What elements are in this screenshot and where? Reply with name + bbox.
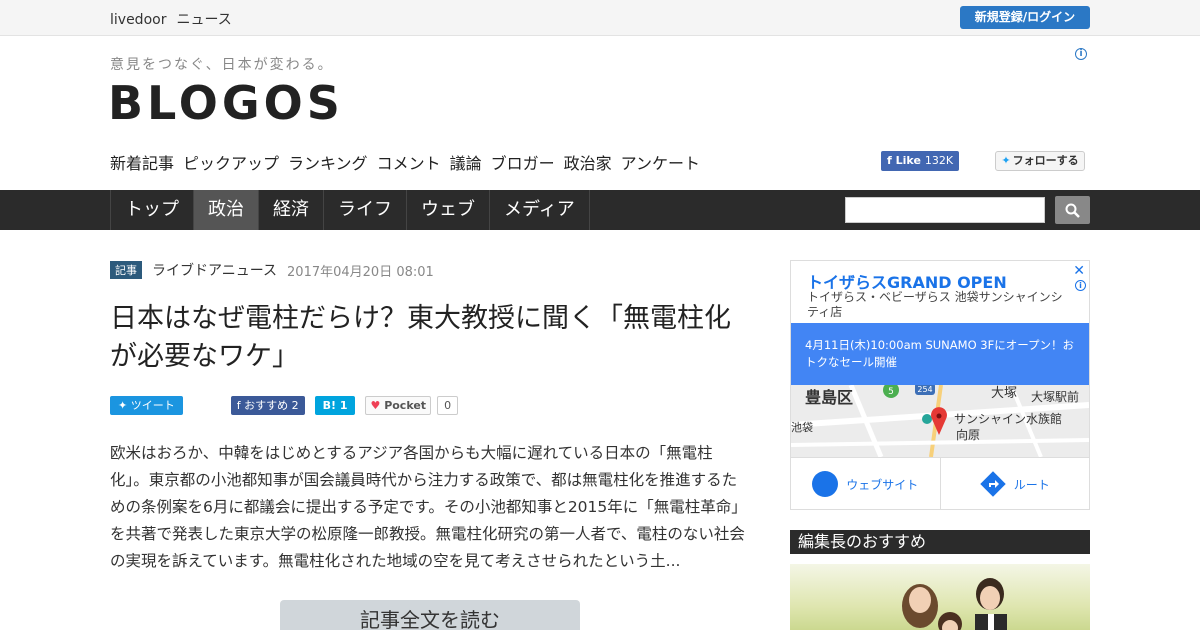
ad-website-button[interactable]: ウェブサイト bbox=[791, 458, 941, 510]
map-label-ikebukuro: 池袋 bbox=[791, 420, 813, 434]
subnav-survey[interactable]: アンケート bbox=[621, 150, 700, 174]
nav-media[interactable]: メディア bbox=[490, 190, 590, 230]
fb-like-count: 132K bbox=[924, 154, 954, 167]
facebook-icon: f bbox=[887, 154, 892, 167]
pocket-icon: ♥ bbox=[370, 399, 385, 412]
map-label-aquarium: サンシャイン水族館 bbox=[954, 411, 1062, 426]
advertisement[interactable]: トイザらスGRAND OPEN トイザらス・ベビーザらス 池袋サンシャインシティ… bbox=[790, 260, 1090, 510]
ad-actions: ウェブサイト ルート bbox=[791, 457, 1089, 510]
livedoor-label: livedoor bbox=[110, 12, 167, 28]
read-full-article-button[interactable]: 記事全文を読む bbox=[280, 600, 580, 630]
nav-top[interactable]: トップ bbox=[110, 190, 194, 230]
ad-banner-text[interactable]: 4月11日(木)10:00am SUNAMO 3Fにオープン！おトクなセール開催 bbox=[791, 323, 1089, 385]
subnav-ranking[interactable]: ランキング bbox=[288, 150, 368, 174]
tw-follow-label: フォローする bbox=[1012, 154, 1079, 167]
livedoor-news-logo[interactable]: livedoor ニュース bbox=[110, 9, 242, 29]
subnav-blogger[interactable]: ブロガー bbox=[491, 150, 555, 174]
article-date: 2017年04月20日 08:01 bbox=[287, 264, 434, 280]
tweet-button[interactable]: ✦ ツイート bbox=[110, 396, 183, 415]
directions-icon bbox=[980, 471, 1006, 497]
pocket-label: Pocket bbox=[384, 399, 427, 412]
article-excerpt: 欧米はおろか、中韓をはじめとするアジア各国からも大幅に遅れている日本の「無電柱化… bbox=[110, 444, 747, 570]
nav-life[interactable]: ライフ bbox=[324, 190, 407, 230]
close-icon[interactable]: ✕ bbox=[1073, 263, 1085, 279]
facebook-icon: f bbox=[236, 399, 245, 412]
subnav-pickup[interactable]: ピックアップ bbox=[183, 150, 279, 174]
ad-map[interactable]: 5 254 豊島区 大塚 大塚駅前 サンシャイン水族館 向原 池袋 bbox=[791, 385, 1089, 457]
twitter-bird-icon: ✦ bbox=[118, 399, 131, 412]
hatena-bookmark-button[interactable]: B! 1 bbox=[314, 396, 356, 415]
sub-navigation: 新着記事 ピックアップ ランキング コメント 議論 ブロガー 政治家 アンケート bbox=[110, 150, 700, 174]
main-navigation: トップ 政治 経済 ライフ ウェブ メディア bbox=[0, 190, 1200, 230]
article-meta: 記事 ライブドアニュース 2017年04月20日 08:01 bbox=[110, 260, 434, 280]
article-source[interactable]: ライブドアニュース bbox=[152, 260, 277, 280]
blogos-logo[interactable]: BLOGOS bbox=[108, 76, 344, 130]
twitter-follow-button[interactable]: ✦ フォローする bbox=[995, 151, 1085, 171]
tweet-label: ツイート bbox=[130, 399, 175, 412]
search-input[interactable] bbox=[845, 197, 1045, 223]
nav-economy[interactable]: 経済 bbox=[259, 190, 324, 230]
editor-picks-heading: 編集長のおすすめ bbox=[790, 530, 1090, 554]
fb-like-label: Like bbox=[895, 154, 921, 167]
search-icon bbox=[1065, 203, 1080, 218]
pocket-button[interactable]: ♥ Pocket bbox=[365, 396, 432, 415]
top-bar: livedoor ニュース 新規登録/ログイン bbox=[0, 0, 1200, 36]
ad-route-button[interactable]: ルート bbox=[941, 458, 1090, 510]
subnav-politician[interactable]: 政治家 bbox=[564, 150, 612, 174]
article-tag[interactable]: 記事 bbox=[110, 261, 142, 279]
map-graphic: 5 254 豊島区 大塚 大塚駅前 サンシャイン水族館 向原 池袋 bbox=[791, 385, 1089, 457]
route-254-label: 254 bbox=[917, 385, 932, 394]
tagline: 意見をつなぐ、日本が変わる。 bbox=[110, 57, 334, 73]
subnav-new-articles[interactable]: 新着記事 bbox=[110, 150, 174, 174]
article-title: 日本はなぜ電柱だらけ？東大教授に聞く「無電柱化が必要なワケ」 bbox=[110, 303, 731, 372]
editor-pick-image[interactable] bbox=[790, 564, 1090, 630]
globe-icon bbox=[812, 471, 839, 497]
site-header: 意見をつなぐ、日本が変わる。 BLOGOS i 新着記事 ピックアップ ランキン… bbox=[0, 36, 1200, 190]
map-label-otsuka-ekimae: 大塚駅前 bbox=[1031, 389, 1079, 404]
ad-website-label: ウェブサイト bbox=[846, 477, 919, 492]
pocket-count: 0 bbox=[437, 396, 459, 415]
info-icon[interactable]: i bbox=[1075, 48, 1087, 60]
map-label-otsuka: 大塚 bbox=[991, 386, 1017, 401]
register-login-button[interactable]: 新規登録/ログイン bbox=[960, 6, 1090, 29]
ad-route-label: ルート bbox=[1013, 477, 1050, 492]
editor-pick-photo bbox=[902, 578, 1007, 630]
info-icon[interactable]: i bbox=[1075, 280, 1086, 291]
share-buttons: ✦ ツイート f おすすめ 2 B! 1 ♥ Pocket 0 bbox=[110, 396, 459, 415]
nav-politics[interactable]: 政治 bbox=[194, 190, 259, 230]
facebook-recommend-button[interactable]: f おすすめ 2 bbox=[230, 396, 305, 415]
twitter-bird-icon: ✦ bbox=[1001, 154, 1011, 167]
facebook-like-button[interactable]: f Like 132K bbox=[881, 151, 960, 171]
nav-web[interactable]: ウェブ bbox=[407, 190, 490, 230]
map-ward-label: 豊島区 bbox=[805, 388, 853, 407]
fb-recommend-label: おすすめ 2 bbox=[244, 399, 299, 412]
search-button[interactable] bbox=[1055, 196, 1090, 224]
news-label: ニュース bbox=[176, 12, 232, 28]
subnav-comment[interactable]: コメント bbox=[377, 150, 441, 174]
route-5-label: 5 bbox=[888, 387, 894, 397]
ad-subtitle: トイザらス・ベビーザらス 池袋サンシャインシティ店 bbox=[807, 290, 1063, 319]
subnav-discussion[interactable]: 議論 bbox=[450, 150, 482, 174]
map-label-mukohara: 向原 bbox=[956, 427, 980, 442]
